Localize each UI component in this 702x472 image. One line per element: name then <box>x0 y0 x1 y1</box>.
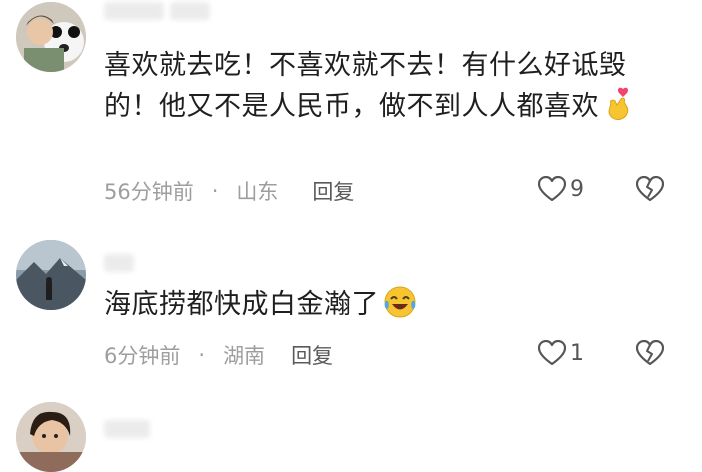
comment-location: 湖南 <box>223 344 266 368</box>
username-blurred[interactable] <box>104 252 254 274</box>
username-blurred[interactable] <box>104 418 254 440</box>
comment-text-content: 海底捞都快成白金瀚了 <box>104 289 379 320</box>
heart-outline-icon <box>538 340 566 366</box>
like-button[interactable]: 1 <box>538 340 584 366</box>
comment-text-content: 喜欢就去吃！不喜欢就不去！有什么好诋毁的！他又不是人民币，做不到人人都喜欢 <box>104 50 627 122</box>
comment-item <box>0 390 702 472</box>
heart-outline-icon <box>538 176 566 202</box>
dislike-button[interactable] <box>636 176 664 202</box>
finger-heart-emoji-icon <box>603 87 633 121</box>
comment-meta: 6分钟前 · 湖南 回复 <box>104 340 333 370</box>
dislike-button[interactable] <box>636 340 664 366</box>
like-button[interactable]: 9 <box>538 176 584 202</box>
user-avatar[interactable] <box>16 2 86 72</box>
comment-text: 海底捞都快成白金瀚了 <box>104 284 664 325</box>
comment-text: 喜欢就去吃！不喜欢就不去！有什么好诋毁的！他又不是人民币，做不到人人都喜欢 <box>104 45 664 127</box>
like-count: 1 <box>570 340 584 366</box>
comment-item: 海底捞都快成白金瀚了 6分钟前 · 湖南 回复 1 <box>0 230 702 390</box>
username-blurred[interactable] <box>104 0 254 22</box>
avatar-image <box>16 402 86 472</box>
comment-location: 山东 <box>236 180 279 204</box>
broken-heart-icon <box>636 340 664 366</box>
comment-meta: 56分钟前 · 山东 回复 <box>104 176 354 206</box>
user-avatar[interactable] <box>16 402 86 472</box>
reply-button[interactable]: 回复 <box>291 340 333 370</box>
meta-separator: · <box>211 179 219 203</box>
reply-button[interactable]: 回复 <box>312 176 354 206</box>
comment-item: 喜欢就去吃！不喜欢就不去！有什么好诋毁的！他又不是人民币，做不到人人都喜欢 56… <box>0 0 702 230</box>
like-count: 9 <box>570 176 584 202</box>
comment-time: 6分钟前 <box>104 344 181 368</box>
laughing-crying-emoji-icon <box>383 285 417 319</box>
comment-time: 56分钟前 <box>104 180 194 204</box>
avatar-image <box>16 2 86 72</box>
avatar-image <box>16 240 86 310</box>
user-avatar[interactable] <box>16 240 86 310</box>
meta-separator: · <box>198 343 206 367</box>
broken-heart-icon <box>636 176 664 202</box>
